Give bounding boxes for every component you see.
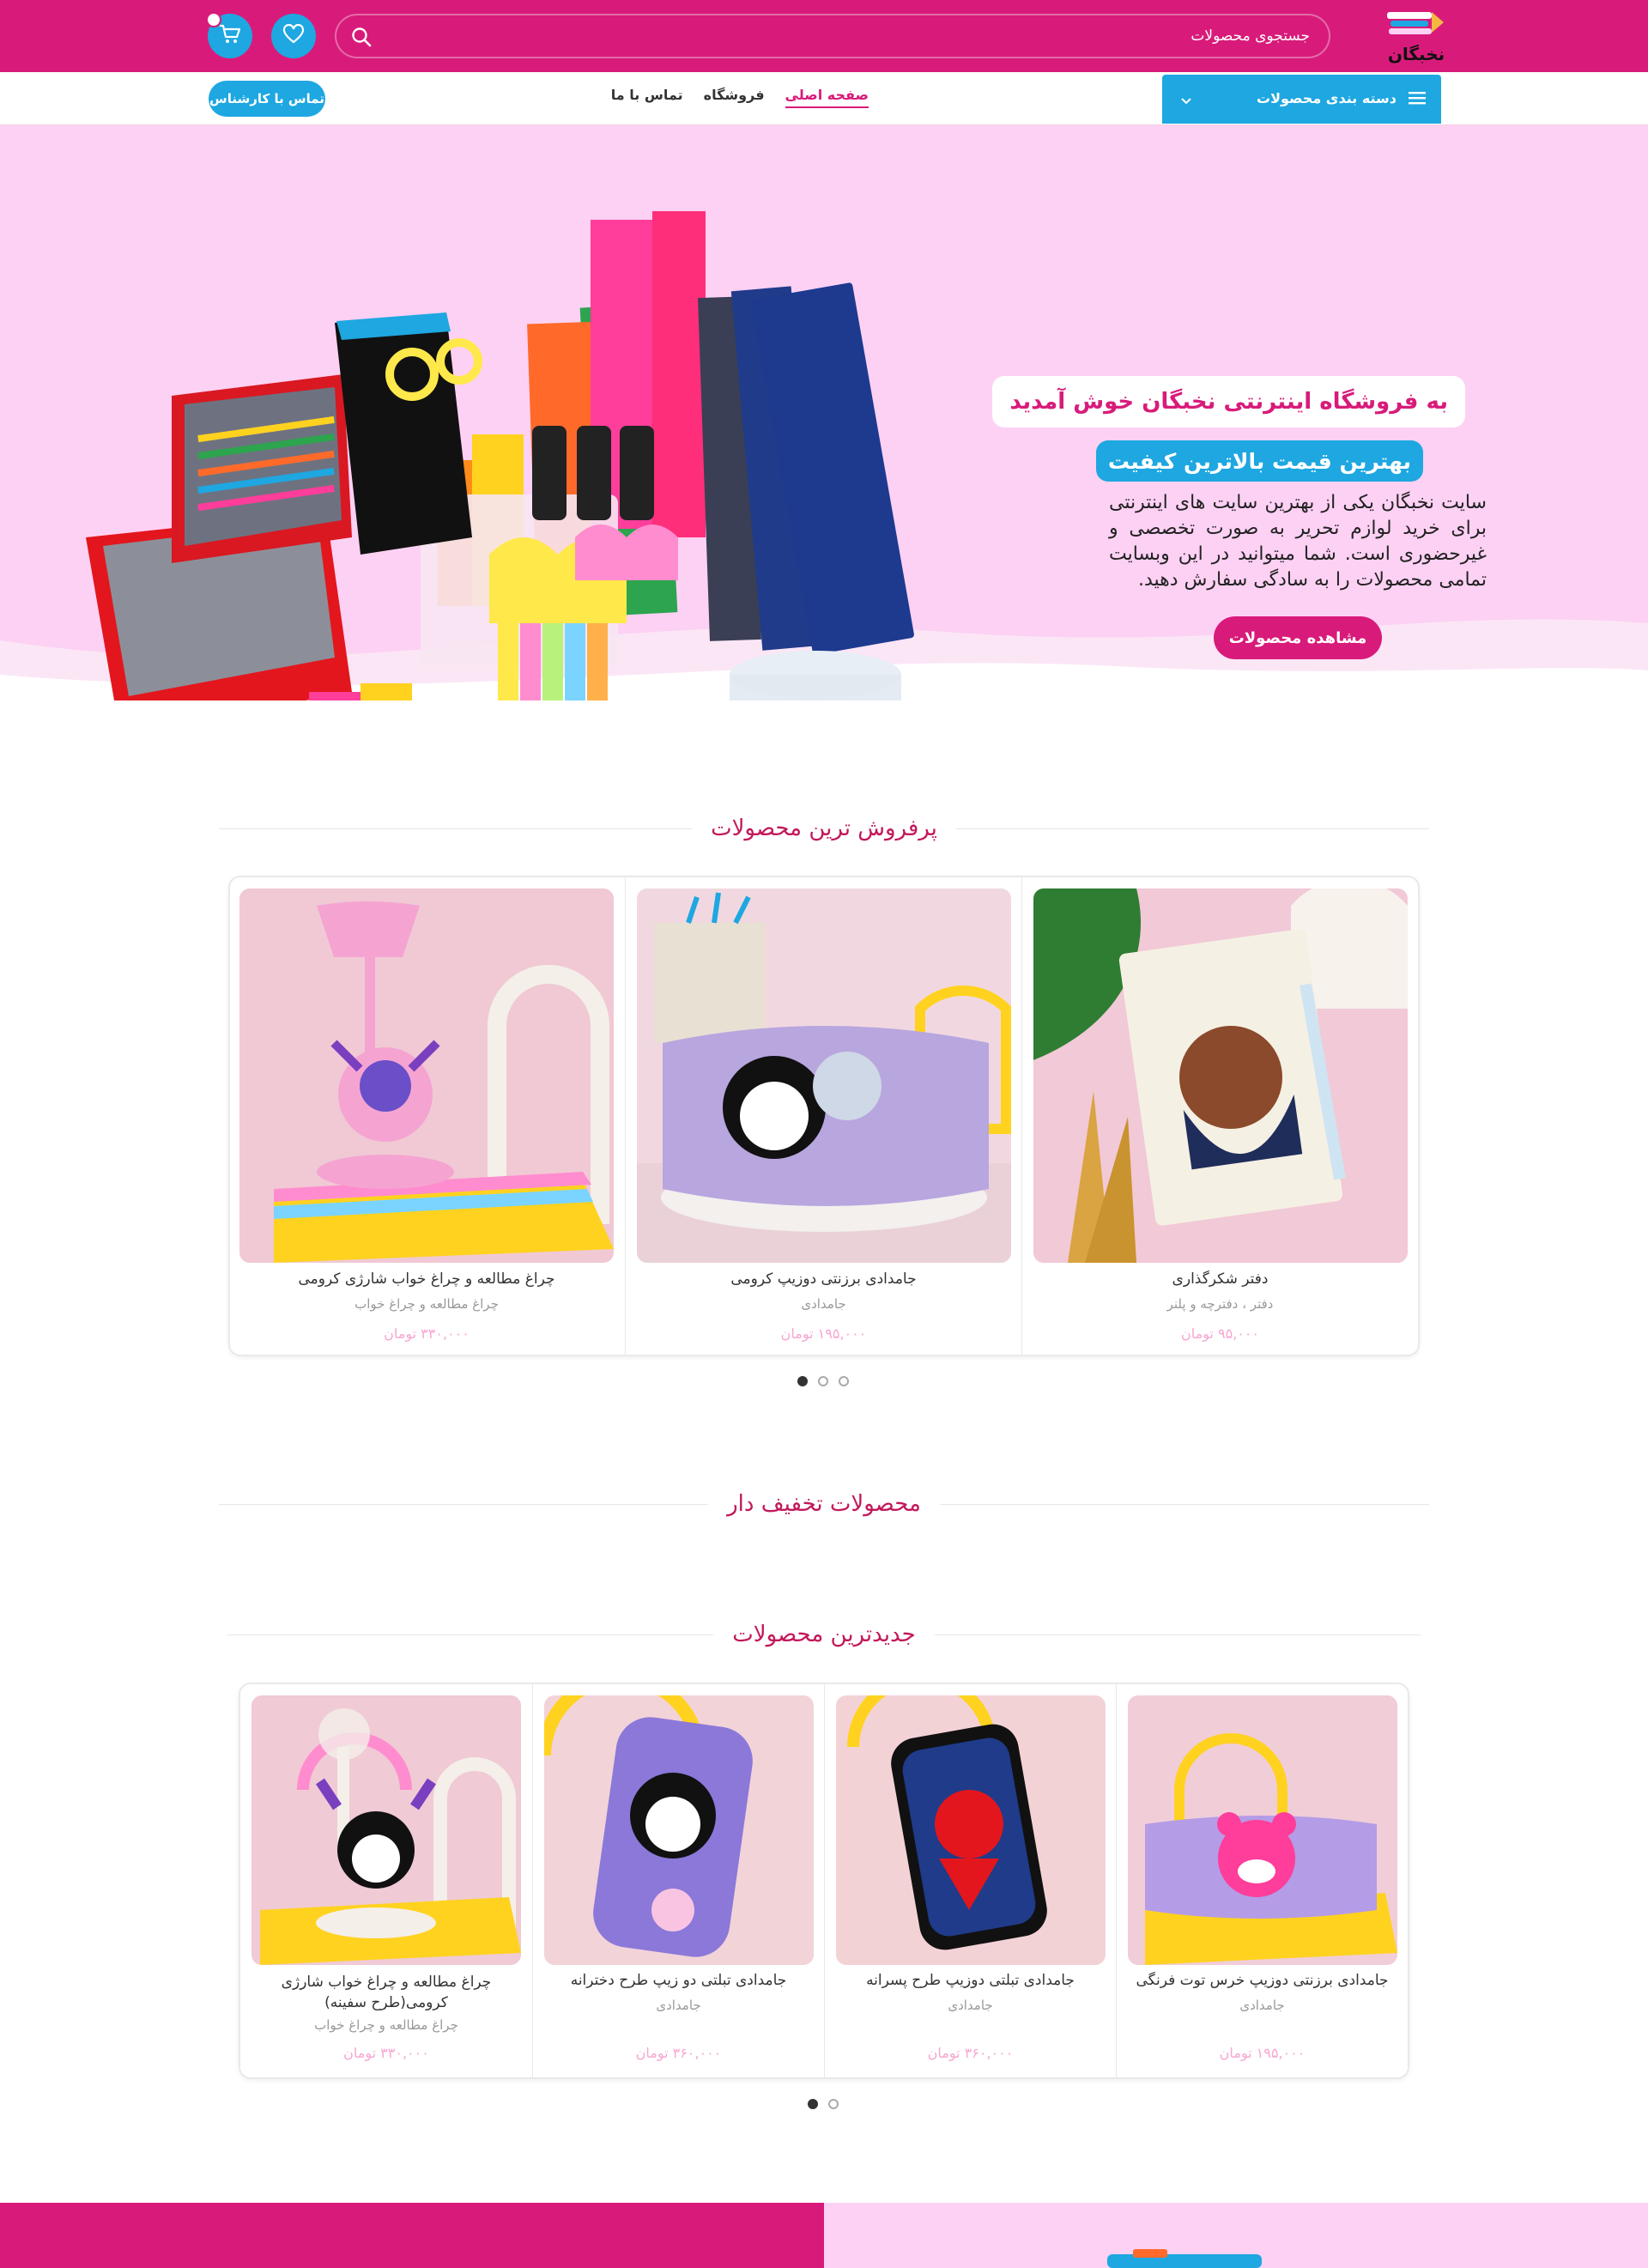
hero-section: به فروشگاه اینترنتی نخبگان خوش آمدید بهت… — [0, 125, 1648, 700]
product-price: ۹۵,۰۰۰ تومان — [1180, 1325, 1260, 1342]
nav-link-home[interactable]: صفحه اصلی — [785, 87, 869, 108]
product-card[interactable]: دفتر شکرگذاری دفتر ، دفترچه و پلنر ۹۵,۰۰… — [1021, 877, 1418, 1355]
newest-heading: جدیدترین محصولات — [227, 1617, 1421, 1652]
product-image[interactable] — [251, 1695, 521, 1965]
product-category[interactable]: چراغ مطالعه و چراغ خواب — [235, 1296, 618, 1312]
product-category[interactable]: جامدادی — [1124, 1998, 1401, 2013]
site-logo[interactable]: نخبگان — [1382, 5, 1451, 67]
heart-icon — [282, 23, 305, 48]
nav-link-shop[interactable]: فروشگاه — [704, 87, 765, 108]
newest-pagination — [808, 2099, 839, 2109]
product-price: ۱۹۵,۰۰۰ تومان — [780, 1325, 867, 1342]
chevron-down-icon — [1179, 94, 1193, 110]
product-image[interactable] — [836, 1695, 1106, 1965]
hero-welcome-heading: به فروشگاه اینترنتی نخبگان خوش آمدید — [992, 376, 1465, 428]
product-price: ۳۳۰,۰۰۰ تومان — [343, 2045, 429, 2061]
product-card[interactable]: جامدادی تبلتی دو زیپ طرح دخترانه جامدادی… — [532, 1684, 824, 2077]
product-name[interactable]: جامدادی تبلتی دو زیپ طرح دخترانه — [540, 1972, 817, 1989]
product-image[interactable] — [1033, 888, 1408, 1263]
hero-tagline: بهترین قیمت بالاترین کیفیت — [1095, 440, 1423, 482]
product-card[interactable]: جامدادی تبلتی دوزیپ طرح پسرانه جامدادی ۳… — [824, 1684, 1116, 2077]
promo-banner-image — [1107, 2249, 1262, 2268]
nav-links: صفحه اصلی فروشگاه تماس با ما — [611, 87, 869, 108]
carousel-dot-active[interactable] — [797, 1376, 808, 1386]
product-card[interactable]: چراغ مطالعه و چراغ خواب شارژی کرومی چراغ… — [228, 877, 625, 1355]
product-card[interactable]: جامدادی برزنتی دوزیپ کرومی جامدادی ۱۹۵,۰… — [625, 877, 1021, 1355]
newest-carousel: جامدادی برزنتی دوزیپ خرس توت فرنگی جامدا… — [239, 1683, 1409, 2079]
search-icon[interactable] — [350, 26, 373, 48]
cart-badge — [206, 12, 221, 27]
product-category[interactable]: جامدادی — [832, 1998, 1109, 2013]
product-name[interactable]: چراغ مطالعه و چراغ خواب شارژی کرومی — [235, 1270, 618, 1288]
product-name[interactable]: دفتر شکرگذاری — [1029, 1270, 1411, 1288]
product-card[interactable]: جامدادی برزنتی دوزیپ خرس توت فرنگی جامدا… — [1116, 1684, 1408, 2077]
cart-icon — [218, 23, 242, 49]
search-input[interactable]: جستجوی محصولات — [1191, 27, 1310, 45]
product-name[interactable]: چراغ مطالعه و چراغ خواب شارژی کرومی(طرح … — [247, 1972, 525, 2013]
bestsellers-heading: پرفروش ترین محصولات — [219, 811, 1429, 846]
promo-banner-right — [824, 2203, 1648, 2268]
product-image[interactable] — [544, 1695, 814, 1965]
search-bar[interactable]: جستجوی محصولات — [335, 14, 1330, 58]
view-products-button[interactable]: مشاهده محصولات — [1214, 616, 1382, 659]
hero-stationery-image — [86, 211, 914, 700]
product-name[interactable]: جامدادی برزنتی دوزیپ کرومی — [633, 1270, 1015, 1288]
cart-button[interactable] — [206, 12, 252, 58]
discounted-heading: محصولات تخفیف دار — [219, 1487, 1429, 1521]
bestsellers-pagination — [797, 1376, 849, 1386]
discounted-title: محصولات تخفیف دار — [708, 1491, 940, 1517]
newest-title: جدیدترین محصولات — [713, 1622, 935, 1647]
contact-expert-button[interactable]: تماس با کارشناس — [209, 81, 325, 117]
product-name[interactable]: جامدادی تبلتی دوزیپ طرح پسرانه — [832, 1972, 1109, 1989]
product-category[interactable]: جامدادی — [540, 1998, 817, 2013]
product-card[interactable]: چراغ مطالعه و چراغ خواب شارژی کرومی(طرح … — [240, 1684, 532, 2077]
product-category[interactable]: چراغ مطالعه و چراغ خواب — [247, 2017, 525, 2033]
logo-text: نخبگان — [1388, 44, 1445, 64]
nav-link-contact[interactable]: تماس با ما — [611, 87, 683, 108]
hero-description: سایت نخبگان یکی از بهترین سایت های اینتر… — [1109, 492, 1487, 591]
product-image[interactable] — [637, 888, 1011, 1263]
product-image[interactable] — [1128, 1695, 1397, 1965]
bestsellers-title: پرفروش ترین محصولات — [692, 816, 956, 841]
product-category[interactable]: دفتر ، دفترچه و پلنر — [1029, 1296, 1411, 1312]
carousel-dot[interactable] — [818, 1376, 828, 1386]
categories-label: دسته بندی محصولات — [1257, 90, 1397, 106]
carousel-dot[interactable] — [828, 2099, 839, 2109]
carousel-dot[interactable] — [839, 1376, 849, 1386]
carousel-dot-active[interactable] — [808, 2099, 818, 2109]
wishlist-button[interactable] — [271, 14, 316, 58]
product-image[interactable] — [239, 888, 614, 1263]
promo-banner-left — [0, 2203, 824, 2268]
bestsellers-carousel: دفتر شکرگذاری دفتر ، دفترچه و پلنر ۹۵,۰۰… — [228, 876, 1420, 1356]
product-price: ۳۶۰,۰۰۰ تومان — [635, 2045, 722, 2061]
menu-icon — [1409, 90, 1426, 109]
product-name[interactable]: جامدادی برزنتی دوزیپ خرس توت فرنگی — [1124, 1972, 1401, 1989]
categories-button[interactable]: دسته بندی محصولات — [1162, 75, 1441, 124]
product-price: ۳۶۰,۰۰۰ تومان — [927, 2045, 1014, 2061]
product-price: ۱۹۵,۰۰۰ تومان — [1219, 2045, 1306, 2061]
product-category[interactable]: جامدادی — [633, 1296, 1015, 1312]
product-price: ۳۳۰,۰۰۰ تومان — [384, 1325, 470, 1342]
